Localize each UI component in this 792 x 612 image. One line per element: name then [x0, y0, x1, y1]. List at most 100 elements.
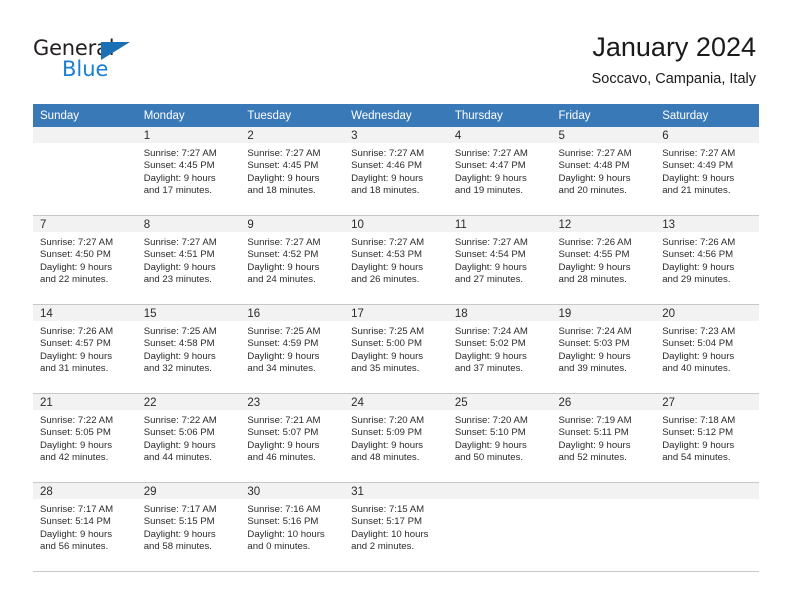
calendar-day-cell[interactable]: 7 Sunrise: 7:27 AM Sunset: 4:50 PM Daylight… [33, 215, 137, 305]
day-detail-line: and 19 minutes. [454, 185, 524, 197]
day-detail-line: and 44 minutes. [143, 452, 212, 464]
day-detail-line: Sunset: 5:15 PM [143, 516, 215, 528]
day-detail-line: Daylight: 9 hours [662, 439, 735, 451]
day-detail-line: Sunrise: 7:25 AM [143, 326, 217, 337]
day-detail-line: Daylight: 9 hours [454, 261, 527, 273]
day-number: 4 [447, 127, 552, 143]
day-cell-inner: 20 Sunrise: 7:23 AM Sunset: 5:04 PM Dayligh… [655, 305, 759, 393]
day-cell-inner: 11 Sunrise: 7:27 AM Sunset: 4:54 PM Dayligh… [447, 216, 552, 304]
day-detail-line: Daylight: 9 hours [143, 439, 216, 451]
calendar-day-cell[interactable]: 20 Sunrise: 7:23 AM Sunset: 5:04 PM Dayligh… [655, 304, 759, 394]
calendar-day-cell[interactable]: 11 Sunrise: 7:27 AM Sunset: 4:54 PM Dayligh… [447, 215, 552, 305]
calendar-day-cell[interactable]: 8 Sunrise: 7:27 AM Sunset: 4:51 PM Daylight… [136, 215, 241, 305]
day-number: 24 [344, 394, 448, 410]
calendar-day-cell[interactable]: 30 Sunrise: 7:16 AM Sunset: 5:16 PM Dayligh… [240, 482, 345, 572]
day-cell-inner: 14 Sunrise: 7:26 AM Sunset: 4:57 PM Dayligh… [33, 305, 137, 393]
day-detail-line: Sunrise: 7:15 AM [351, 504, 425, 515]
day-number: 25 [447, 394, 552, 410]
calendar-day-cell[interactable]: 22 Sunrise: 7:22 AM Sunset: 5:06 PM Dayligh… [136, 393, 241, 483]
calendar-day-cell[interactable]: 4 Sunrise: 7:27 AM Sunset: 4:47 PM Daylight… [447, 127, 552, 216]
day-details: Sunrise: 7:20 AM Sunset: 5:09 PM Daylight:… [344, 410, 448, 465]
day-detail-line: Daylight: 9 hours [247, 350, 320, 362]
calendar-header-row: Sunday Monday Tuesday Wednesday Thursday Frid… [33, 104, 759, 127]
calendar-day-cell[interactable]: 9 Sunrise: 7:27 AM Sunset: 4:52 PM Daylight… [240, 215, 345, 305]
day-detail-line: Daylight: 9 hours [454, 172, 527, 184]
calendar-day-cell[interactable]: 2 Sunrise: 7:27 AM Sunset: 4:45 PM Daylight… [240, 127, 345, 216]
day-number: 18 [447, 305, 552, 321]
calendar-day-cell[interactable]: 3 Sunrise: 7:27 AM Sunset: 4:46 PM Daylight… [344, 127, 448, 216]
calendar-day-cell[interactable]: 10 Sunrise: 7:27 AM Sunset: 4:53 PM Dayligh… [344, 215, 448, 305]
day-details: Sunrise: 7:27 AM Sunset: 4:46 PM Daylight:… [344, 143, 448, 198]
day-number: 14 [33, 305, 137, 321]
calendar-day-cell[interactable]: 24 Sunrise: 7:20 AM Sunset: 5:09 PM Dayligh… [344, 393, 448, 483]
day-detail-line: and 29 minutes. [662, 274, 731, 286]
day-detail-line: and 50 minutes. [454, 452, 524, 464]
day-detail-line: and 21 minutes. [662, 185, 731, 197]
calendar-grid: Sunday Monday Tuesday Wednesday Thursday Frid… [33, 104, 759, 572]
calendar-day-cell[interactable]: 29 Sunrise: 7:17 AM Sunset: 5:15 PM Dayligh… [136, 482, 241, 572]
calendar-day-cell[interactable]: 1 Sunrise: 7:27 AM Sunset: 4:45 PM Daylight… [136, 127, 241, 216]
calendar-day-cell[interactable]: 21 Sunrise: 7:22 AM Sunset: 5:05 PM Dayligh… [33, 393, 137, 483]
day-details: Sunrise: 7:27 AM Sunset: 4:49 PM Daylight:… [655, 143, 759, 198]
day-detail-line: Sunset: 4:52 PM [247, 249, 319, 261]
day-details: Sunrise: 7:25 AM Sunset: 4:58 PM Daylight:… [137, 321, 241, 376]
day-cell-inner: 8 Sunrise: 7:27 AM Sunset: 4:51 PM Daylight… [136, 216, 241, 304]
day-detail-line: and 56 minutes. [40, 541, 109, 553]
day-number: 7 [33, 216, 137, 232]
day-details: Sunrise: 7:23 AM Sunset: 5:04 PM Daylight:… [655, 321, 759, 376]
day-detail-line: Daylight: 9 hours [662, 172, 735, 184]
day-details: Sunrise: 7:15 AM Sunset: 5:17 PM Daylight:… [344, 499, 448, 554]
day-number [655, 483, 759, 499]
day-detail-line: Daylight: 9 hours [40, 350, 112, 362]
calendar-day-cell[interactable]: 16 Sunrise: 7:25 AM Sunset: 4:59 PM Dayligh… [240, 304, 345, 394]
calendar-day-cell[interactable]: 13 Sunrise: 7:26 AM Sunset: 4:56 PM Dayligh… [655, 215, 759, 305]
day-number: 23 [240, 394, 345, 410]
page-subtitle: Soccavo, Campania, Italy [591, 71, 756, 87]
page-title: January 2024 [592, 32, 756, 62]
calendar-day-cell[interactable]: 14 Sunrise: 7:26 AM Sunset: 4:57 PM Dayligh… [33, 304, 137, 394]
day-detail-line: Sunset: 5:00 PM [351, 338, 423, 350]
calendar-day-cell[interactable]: 27 Sunrise: 7:18 AM Sunset: 5:12 PM Dayligh… [655, 393, 759, 483]
calendar-day-cell[interactable]: 17 Sunrise: 7:25 AM Sunset: 5:00 PM Dayligh… [344, 304, 448, 394]
logo-text-blue: Blue [62, 57, 109, 81]
calendar-day-cell[interactable]: 28 Sunrise: 7:17 AM Sunset: 5:14 PM Dayligh… [33, 482, 137, 572]
day-detail-line: Sunrise: 7:27 AM [247, 148, 321, 159]
calendar-day-cell[interactable]: 31 Sunrise: 7:15 AM Sunset: 5:17 PM Dayligh… [344, 482, 448, 572]
day-detail-line: and 0 minutes. [247, 541, 311, 553]
calendar-empty-cell [447, 482, 552, 572]
calendar-day-cell[interactable]: 18 Sunrise: 7:24 AM Sunset: 5:02 PM Dayligh… [447, 304, 552, 394]
day-detail-line: Sunrise: 7:22 AM [143, 415, 217, 426]
calendar-day-cell[interactable]: 15 Sunrise: 7:25 AM Sunset: 4:58 PM Dayligh… [136, 304, 241, 394]
calendar-day-cell[interactable]: 26 Sunrise: 7:19 AM Sunset: 5:11 PM Dayligh… [551, 393, 656, 483]
title-block: January 2024 Soccavo, Campania, Italy [592, 30, 756, 89]
calendar-day-cell[interactable]: 23 Sunrise: 7:21 AM Sunset: 5:07 PM Dayligh… [240, 393, 345, 483]
day-detail-line: Sunset: 4:56 PM [662, 249, 734, 261]
day-detail-line: Sunrise: 7:18 AM [662, 415, 736, 426]
day-detail-line: and 18 minutes. [247, 185, 316, 197]
day-detail-line: Daylight: 9 hours [558, 172, 631, 184]
day-detail-line: Sunrise: 7:27 AM [40, 237, 114, 248]
day-cell-inner [551, 483, 656, 571]
day-detail-line: Daylight: 9 hours [351, 439, 424, 451]
day-number: 16 [240, 305, 345, 321]
calendar-day-cell[interactable]: 25 Sunrise: 7:20 AM Sunset: 5:10 PM Dayligh… [447, 393, 552, 483]
calendar-day-cell[interactable]: 6 Sunrise: 7:27 AM Sunset: 4:49 PM Daylight… [655, 127, 759, 216]
general-blue-logo: General Blue [33, 36, 163, 84]
day-detail-line: and 2 minutes. [351, 541, 415, 553]
day-detail-line: Daylight: 9 hours [143, 172, 216, 184]
day-detail-line: and 26 minutes. [351, 274, 420, 286]
day-detail-line: Sunset: 4:58 PM [143, 338, 215, 350]
day-detail-line: Sunset: 5:12 PM [662, 427, 734, 439]
calendar-day-cell[interactable]: 5 Sunrise: 7:27 AM Sunset: 4:48 PM Daylight… [551, 127, 656, 216]
day-details: Sunrise: 7:27 AM Sunset: 4:53 PM Daylight:… [344, 232, 448, 287]
day-number [447, 483, 552, 499]
day-details: Sunrise: 7:19 AM Sunset: 5:11 PM Daylight:… [552, 410, 656, 465]
calendar-day-cell[interactable]: 12 Sunrise: 7:26 AM Sunset: 4:55 PM Dayligh… [551, 215, 656, 305]
calendar-empty-cell [33, 127, 137, 216]
day-cell-inner: 6 Sunrise: 7:27 AM Sunset: 4:49 PM Daylight… [655, 127, 759, 215]
weekday-header-tuesday: Tuesday [240, 104, 345, 127]
day-detail-line: Daylight: 9 hours [143, 528, 216, 540]
calendar-day-cell[interactable]: 19 Sunrise: 7:24 AM Sunset: 5:03 PM Dayligh… [551, 304, 656, 394]
day-cell-inner: 31 Sunrise: 7:15 AM Sunset: 5:17 PM Dayligh… [344, 483, 448, 571]
day-detail-line: and 58 minutes. [143, 541, 212, 553]
